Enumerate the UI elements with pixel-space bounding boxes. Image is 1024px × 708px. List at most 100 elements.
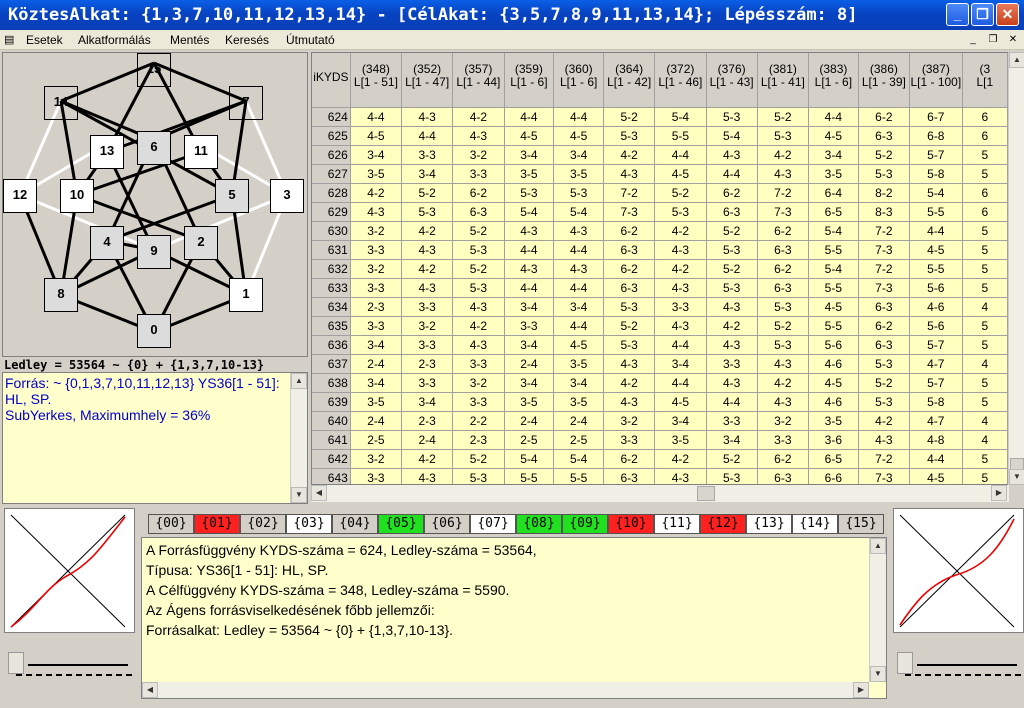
table-cell[interactable]: 4-3 bbox=[706, 335, 758, 355]
table-cell[interactable]: 4-3 bbox=[706, 145, 758, 165]
table-cell[interactable]: 5-3 bbox=[603, 335, 656, 355]
table-cell[interactable]: 5-2 bbox=[757, 107, 809, 127]
table-cell[interactable]: 5-6 bbox=[909, 278, 963, 298]
table-cell[interactable]: 3-2 bbox=[350, 221, 403, 241]
table-cell[interactable]: 6-3 bbox=[603, 278, 656, 298]
table-cell[interactable]: 5-2 bbox=[603, 316, 656, 336]
table-cell[interactable]: 3-4 bbox=[504, 297, 555, 317]
node-4[interactable]: 4 bbox=[90, 226, 124, 260]
table-cell[interactable]: 5 bbox=[962, 468, 1008, 484]
table-cell[interactable]: 4-3 bbox=[654, 278, 707, 298]
subset-tab[interactable]: {01} bbox=[194, 514, 240, 534]
table-cell[interactable]: 5-4 bbox=[504, 202, 555, 222]
table-cell[interactable]: 7-2 bbox=[858, 221, 910, 241]
table-cell[interactable]: 3-5 bbox=[553, 392, 605, 412]
mdi-close-icon[interactable]: ✕ bbox=[1006, 33, 1020, 47]
table-cell[interactable]: 4-5 bbox=[909, 240, 963, 260]
column-header[interactable]: (352) L[1 - 47] bbox=[401, 53, 454, 108]
table-cell[interactable]: 4-7 bbox=[909, 354, 963, 374]
table-cell[interactable]: 4-2 bbox=[654, 221, 707, 241]
table-cell[interactable]: 5-2 bbox=[706, 449, 758, 469]
table-cell[interactable]: 4-2 bbox=[401, 259, 454, 279]
table-cell[interactable]: 3-5 bbox=[504, 392, 555, 412]
node-0[interactable]: 0 bbox=[137, 314, 171, 348]
table-cell[interactable]: 2-3 bbox=[452, 430, 505, 450]
table-cell[interactable]: 3-2 bbox=[452, 145, 505, 165]
subset-tab[interactable]: {04} bbox=[332, 514, 378, 534]
table-cell[interactable]: 3-5 bbox=[654, 430, 707, 450]
table-cell[interactable]: 3-2 bbox=[757, 411, 809, 431]
table-cell[interactable]: 4-4 bbox=[654, 373, 707, 393]
node-10[interactable]: 10 bbox=[60, 179, 94, 213]
table-cell[interactable]: 5-3 bbox=[654, 202, 707, 222]
right-slider[interactable] bbox=[897, 644, 1021, 684]
table-cell[interactable]: 5-3 bbox=[603, 126, 656, 146]
table-cell[interactable]: 6-2 bbox=[757, 449, 809, 469]
table-cell[interactable]: 4-3 bbox=[654, 316, 707, 336]
table-cell[interactable]: 5-3 bbox=[757, 335, 809, 355]
table-cell[interactable]: 4-8 bbox=[909, 430, 963, 450]
slider-thumb[interactable] bbox=[8, 652, 24, 674]
table-cell[interactable]: 6-2 bbox=[757, 221, 809, 241]
table-cell[interactable]: 3-3 bbox=[504, 316, 555, 336]
column-header[interactable]: (348) L[1 - 51] bbox=[350, 53, 403, 108]
column-header[interactable]: (372) L[1 - 46] bbox=[654, 53, 707, 108]
restore-button[interactable]: ❐ bbox=[971, 3, 994, 26]
table-cell[interactable]: 5 bbox=[962, 240, 1008, 260]
table-cell[interactable]: 5-4 bbox=[808, 221, 859, 241]
table-cell[interactable]: 4-3 bbox=[603, 354, 656, 374]
subset-tab[interactable]: {07} bbox=[470, 514, 516, 534]
table-cell[interactable]: 6 bbox=[962, 107, 1008, 127]
table-cell[interactable]: 3-5 bbox=[808, 164, 859, 184]
table-cell[interactable]: 4-5 bbox=[808, 373, 859, 393]
table-cell[interactable]: 4-2 bbox=[654, 449, 707, 469]
table-cell[interactable]: 3-2 bbox=[401, 316, 454, 336]
mdi-restore-icon[interactable]: ❐ bbox=[986, 33, 1000, 47]
table-cell[interactable]: 3-4 bbox=[350, 335, 403, 355]
table-cell[interactable]: 6-4 bbox=[808, 183, 859, 203]
table-row[interactable]: 626 3-4 3-3 3-2 3-4 3-4 4-2 4-4 4-3 4-2 3-4 5-2 5-7 5 bbox=[312, 145, 1008, 165]
scroll-up-icon[interactable]: ▲ bbox=[291, 373, 307, 389]
table-cell[interactable]: 3-5 bbox=[350, 392, 403, 412]
node-14[interactable]: 14 bbox=[44, 86, 78, 120]
table-cell[interactable]: 7-3 bbox=[858, 468, 910, 484]
table-cell[interactable]: 5 bbox=[962, 392, 1008, 412]
table-cell[interactable]: 3-4 bbox=[808, 145, 859, 165]
table-cell[interactable]: 4 bbox=[962, 430, 1008, 450]
table-cell[interactable]: 5-2 bbox=[603, 107, 656, 127]
column-header[interactable]: (357) L[1 - 44] bbox=[452, 53, 505, 108]
node-6[interactable]: 6 bbox=[137, 131, 171, 165]
node-12[interactable]: 12 bbox=[3, 179, 37, 213]
node-8[interactable]: 8 bbox=[44, 278, 78, 312]
table-cell[interactable]: 7-3 bbox=[858, 278, 910, 298]
table-cell[interactable]: 5-5 bbox=[808, 240, 859, 260]
table-cell[interactable]: 6-3 bbox=[452, 202, 505, 222]
table-cell[interactable]: 4-4 bbox=[553, 240, 605, 260]
table-cell[interactable]: 4-2 bbox=[452, 316, 505, 336]
table-cell[interactable]: 3-4 bbox=[401, 392, 454, 412]
scroll-down-icon[interactable]: ▼ bbox=[870, 666, 886, 682]
table-cell[interactable]: 4-2 bbox=[603, 145, 656, 165]
column-header[interactable]: (387) L[1 - 100] bbox=[909, 53, 963, 108]
table-cell[interactable]: 5-2 bbox=[858, 145, 910, 165]
table-cell[interactable]: 6-2 bbox=[858, 316, 910, 336]
table-cell[interactable]: 4-3 bbox=[757, 392, 809, 412]
table-cell[interactable]: 2-3 bbox=[401, 411, 454, 431]
table-cell[interactable]: 3-4 bbox=[401, 164, 454, 184]
table-cell[interactable]: 5-2 bbox=[757, 316, 809, 336]
table-cell[interactable]: 5-8 bbox=[909, 392, 963, 412]
subset-tab[interactable]: {15} bbox=[838, 514, 884, 534]
table-cell[interactable]: 4-3 bbox=[706, 297, 758, 317]
table-cell[interactable]: 5-4 bbox=[808, 259, 859, 279]
minimize-button[interactable]: _ bbox=[946, 3, 969, 26]
table-cell[interactable]: 5 bbox=[962, 278, 1008, 298]
scroll-right-icon[interactable]: ▶ bbox=[853, 682, 869, 698]
table-cell[interactable]: 4-3 bbox=[706, 373, 758, 393]
menu-mentes[interactable]: Mentés bbox=[170, 33, 209, 47]
table-cell[interactable]: 5-5 bbox=[654, 126, 707, 146]
table-cell[interactable]: 5-3 bbox=[452, 240, 505, 260]
table-cell[interactable]: 4-4 bbox=[504, 240, 555, 260]
table-cell[interactable]: 4-3 bbox=[757, 354, 809, 374]
scroll-right-icon[interactable]: ▶ bbox=[991, 485, 1007, 501]
subset-tab[interactable]: {02} bbox=[240, 514, 286, 534]
